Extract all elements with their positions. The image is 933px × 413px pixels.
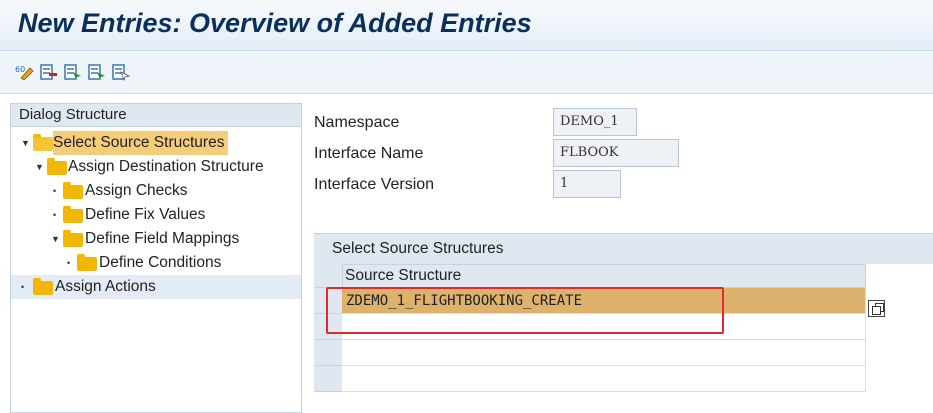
value-help-icon[interactable]: [868, 300, 885, 317]
leaf-bullet-icon: •: [21, 282, 25, 292]
folder-icon: [47, 158, 67, 175]
tree-item-label: Select Source Structures: [53, 131, 229, 155]
application-toolbar: 60: [0, 51, 933, 94]
tree-item-define-field-mappings[interactable]: ▼ Define Field Mappings: [11, 227, 301, 251]
interface-name-field[interactable]: FLBOOK: [553, 139, 679, 167]
leaf-bullet-icon: •: [67, 258, 71, 268]
namespace-label: Namespace: [314, 114, 400, 131]
namespace-field[interactable]: DEMO_1: [553, 108, 637, 136]
tree-item-label: Define Fix Values: [85, 206, 206, 223]
display-change-icon[interactable]: 60: [15, 63, 34, 81]
interface-name-label: Interface Name: [314, 145, 424, 162]
dialog-structure-pane: Dialog Structure ▼ Select Source Structu…: [10, 103, 302, 413]
folder-icon: [63, 206, 83, 223]
folder-icon: [63, 182, 83, 199]
tree-item-label: Define Conditions: [99, 254, 222, 271]
select-block-icon[interactable]: [88, 63, 105, 81]
column-header-source-structure[interactable]: Source Structure: [342, 264, 866, 288]
tree-item-define-fix-values[interactable]: • Define Fix Values: [11, 203, 301, 227]
delete-icon[interactable]: [40, 63, 57, 81]
deselect-all-icon[interactable]: [112, 63, 131, 82]
expanded-arrow-icon[interactable]: ▼: [35, 155, 44, 179]
folder-icon: [63, 230, 83, 247]
select-all-rows-button[interactable]: [314, 264, 342, 288]
interface-version-field[interactable]: 1: [553, 170, 621, 198]
tree-item-define-conditions[interactable]: • Define Conditions: [11, 251, 301, 275]
source-structure-cell[interactable]: [342, 340, 866, 366]
interface-version-label: Interface Version: [314, 176, 435, 193]
tree-item-select-source-structures[interactable]: ▼ Select Source Structures: [11, 131, 301, 155]
leaf-bullet-icon: •: [53, 186, 57, 196]
tree-item-assign-actions[interactable]: • Assign Actions: [11, 275, 301, 299]
expanded-arrow-icon[interactable]: ▼: [51, 227, 60, 251]
page-title: New Entries: Overview of Added Entries: [18, 8, 532, 38]
svg-text:60: 60: [15, 65, 25, 74]
row-selector[interactable]: [314, 340, 342, 366]
source-structure-cell[interactable]: [342, 366, 866, 392]
select-all-icon[interactable]: [64, 63, 81, 81]
dialog-structure-heading: Dialog Structure: [11, 104, 301, 127]
red-highlight-annotation: [326, 287, 724, 334]
title-bar: New Entries: Overview of Added Entries: [0, 0, 933, 51]
expanded-arrow-icon[interactable]: ▼: [21, 131, 30, 155]
open-folder-icon: [33, 134, 53, 151]
tree-item-label: Assign Destination Structure: [68, 158, 264, 175]
tree-item-label: Define Field Mappings: [85, 230, 240, 247]
folder-icon: [77, 254, 97, 271]
tree-item-label: Assign Actions: [55, 278, 156, 295]
leaf-bullet-icon: •: [53, 210, 57, 220]
tree-item-assign-checks[interactable]: • Assign Checks: [11, 179, 301, 203]
tree-item-label: Assign Checks: [85, 182, 188, 199]
row-selector[interactable]: [314, 366, 342, 392]
panel-title: Select Source Structures: [332, 240, 504, 257]
folder-icon: [33, 278, 53, 295]
tree-item-assign-destination-structure[interactable]: ▼ Assign Destination Structure: [11, 155, 301, 179]
